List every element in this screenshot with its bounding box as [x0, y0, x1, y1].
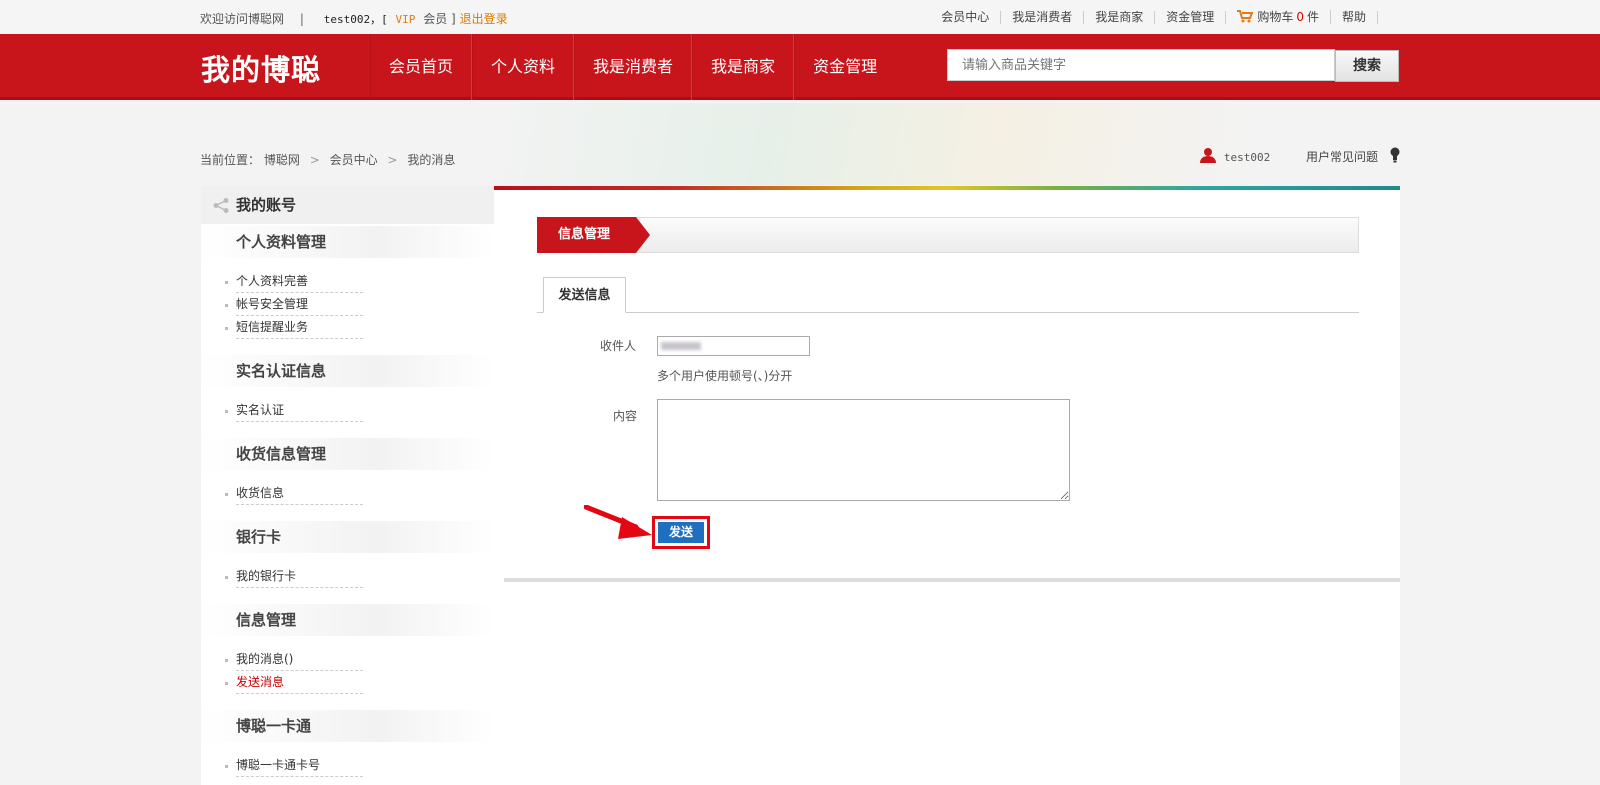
- search-input[interactable]: [947, 49, 1335, 81]
- main-nav: 我的博聪 会员首页 个人资料 我是消费者 我是商家 资金管理 搜索: [0, 34, 1600, 100]
- nav-item-profile[interactable]: 个人资料: [472, 34, 575, 100]
- sidebar-group-title: 博聪一卡通: [201, 710, 494, 742]
- cart-label: 购物车: [1257, 10, 1294, 24]
- content-label: 内容: [613, 409, 638, 423]
- section-title: 信息管理: [537, 217, 636, 253]
- send-button[interactable]: 发送: [658, 522, 704, 543]
- banner: 当前位置： 博聪网 > 会员中心 > 我的消息 test002 用户常见问题: [0, 103, 1600, 185]
- help-link[interactable]: 帮助: [1331, 11, 1378, 24]
- cart-unit: 件: [1306, 10, 1319, 24]
- nav-item-member-home[interactable]: 会员首页: [370, 34, 473, 100]
- welcome-text: 欢迎访问博聪网: [200, 12, 285, 26]
- top-link-funds[interactable]: 资金管理: [1155, 11, 1227, 24]
- sidebar-group-items: 博聪一卡通卡号: [201, 742, 494, 785]
- cart-link[interactable]: 购物车 0 件: [1226, 10, 1331, 24]
- send-button-highlight: 发送: [652, 516, 710, 549]
- sidebar: 我的账号 个人资料管理 个人资料完善 帐号安全管理 短信提醒业务 实名认证信息 …: [201, 186, 494, 785]
- share-icon: [213, 198, 229, 213]
- top-link-member-center[interactable]: 会员中心: [930, 11, 1002, 24]
- sidebar-item-my-messages[interactable]: 我的消息(): [225, 648, 363, 671]
- current-user: test002，[: [323, 13, 388, 26]
- sidebar-group-title: 银行卡: [201, 521, 494, 553]
- breadcrumb-item-member-center[interactable]: 会员中心: [330, 153, 378, 167]
- bottom-divider: [504, 578, 1400, 582]
- tab-send-info[interactable]: 发送信息: [543, 277, 626, 313]
- sidebar-group-items: 实名认证: [201, 387, 494, 436]
- sidebar-title: 我的账号: [236, 196, 297, 214]
- breadcrumb-item-current: 我的消息: [407, 153, 456, 167]
- nav-item-merchant[interactable]: 我是商家: [692, 34, 795, 100]
- sidebar-item-sms-reminder[interactable]: 短信提醒业务: [225, 316, 363, 339]
- nav-item-consumer[interactable]: 我是消费者: [574, 34, 693, 100]
- main-panel: 信息管理 发送信息 收件人 多个用户使用顿号(、)分开 内容 发送: [494, 186, 1400, 785]
- top-link-merchant[interactable]: 我是商家: [1084, 11, 1156, 24]
- nav-item-funds[interactable]: 资金管理: [794, 34, 895, 100]
- sidebar-group-items: 收货信息: [201, 470, 494, 519]
- nav-menu: 会员首页 个人资料 我是消费者 我是商家 资金管理: [370, 34, 895, 100]
- content-textarea[interactable]: [657, 399, 1070, 501]
- sidebar-item-account-security[interactable]: 帐号安全管理: [225, 293, 363, 316]
- site-logo[interactable]: 我的博聪: [201, 47, 321, 89]
- welcome-area: 欢迎访问博聪网 | test002，[ VIP 会员 ] 退出登录: [200, 10, 508, 27]
- recipient-label: 收件人: [600, 339, 637, 353]
- vip-badge: VIP: [395, 13, 416, 26]
- lightbulb-icon: [1390, 147, 1400, 163]
- top-links: 会员中心 我是消费者 我是商家 资金管理 购物车 0 件帮助: [930, 10, 1378, 24]
- sidebar-item-shipping[interactable]: 收货信息: [225, 482, 363, 505]
- rainbow-divider: [494, 186, 1400, 190]
- recipient-hint: 多个用户使用顿号(、)分开: [657, 369, 793, 383]
- top-bar: 欢迎访问博聪网 | test002，[ VIP 会员 ] 退出登录 会员中心 我是…: [0, 0, 1600, 34]
- recipient-input[interactable]: [657, 336, 810, 356]
- sidebar-group-items: 我的银行卡: [201, 553, 494, 602]
- sidebar-group-title: 实名认证信息: [201, 355, 494, 387]
- annotation-arrow-icon: [584, 505, 652, 539]
- username: test002: [1223, 151, 1271, 164]
- breadcrumb-sep: >: [309, 153, 320, 167]
- breadcrumb-item-home[interactable]: 博聪网: [264, 153, 300, 167]
- welcome-separator: |: [299, 12, 304, 26]
- user-info[interactable]: test002: [1200, 147, 1270, 166]
- cart-icon: [1237, 10, 1254, 23]
- recipient-blurred-value: [661, 342, 701, 350]
- sidebar-group-title: 个人资料管理: [201, 226, 494, 258]
- sidebar-item-send-message[interactable]: 发送消息: [225, 671, 363, 694]
- search-button[interactable]: 搜索: [1335, 50, 1399, 82]
- section-bar: [537, 217, 1359, 253]
- breadcrumb-prefix: 当前位置：: [200, 153, 261, 167]
- logout-link[interactable]: 退出登录: [460, 12, 508, 26]
- breadcrumb: 当前位置： 博聪网 > 会员中心 > 我的消息: [200, 151, 455, 168]
- user-icon: [1200, 148, 1216, 163]
- faq-link[interactable]: 用户常见问题: [1306, 147, 1400, 165]
- sidebar-group-items: 我的消息() 发送消息: [201, 636, 494, 708]
- breadcrumb-sep: >: [387, 153, 398, 167]
- sidebar-item-profile-complete[interactable]: 个人资料完善: [225, 270, 363, 293]
- cart-count: 0: [1296, 10, 1304, 24]
- sidebar-group-items: 个人资料完善 帐号安全管理 短信提醒业务: [201, 258, 494, 353]
- sidebar-item-bank-card[interactable]: 我的银行卡: [225, 565, 363, 588]
- faq-label: 用户常见问题: [1306, 150, 1379, 164]
- sidebar-item-card-number[interactable]: 博聪一卡通卡号: [225, 754, 363, 777]
- sidebar-group-title: 收货信息管理: [201, 438, 494, 470]
- sidebar-item-real-name[interactable]: 实名认证: [225, 399, 363, 422]
- sidebar-group-title: 信息管理: [201, 604, 494, 636]
- tab-divider: [537, 312, 1359, 313]
- top-link-consumer[interactable]: 我是消费者: [1001, 11, 1085, 24]
- member-label: 会员 ]: [423, 12, 456, 26]
- sidebar-header: 我的账号: [201, 186, 494, 224]
- section-title-arrow: [636, 217, 650, 253]
